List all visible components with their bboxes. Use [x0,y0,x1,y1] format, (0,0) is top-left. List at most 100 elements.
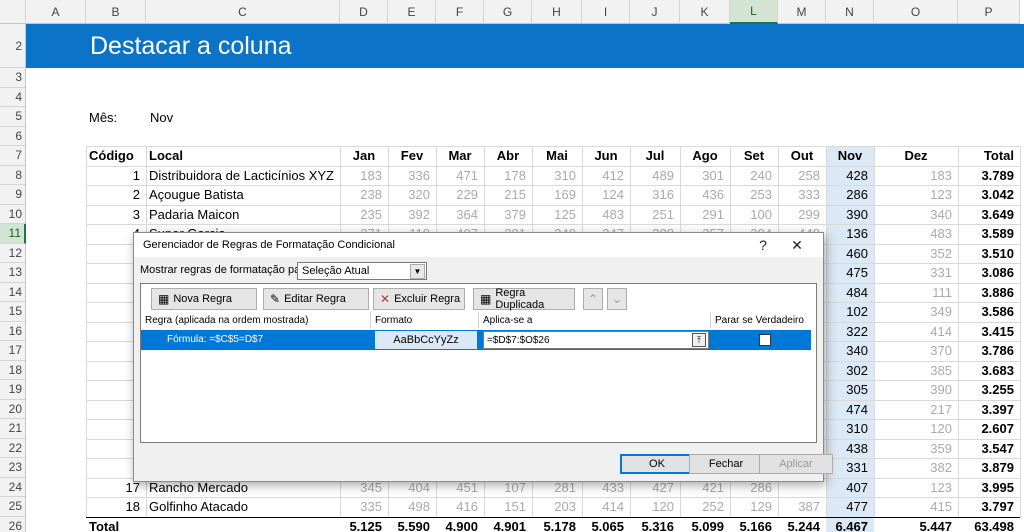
total-row-value[interactable]: 5.166 [730,517,778,532]
month-cell[interactable]: 320 [388,185,436,205]
row-header-19[interactable]: 19 [0,380,26,400]
month-cell[interactable]: 125 [532,205,582,225]
column-header-m[interactable]: M [778,0,826,24]
month-cell[interactable]: 414 [874,322,958,342]
nov-cell[interactable]: 428 [826,166,874,186]
month-cell[interactable]: 390 [874,380,958,400]
month-cell[interactable]: 238 [340,185,388,205]
row-header-20[interactable]: 20 [0,399,26,419]
total-cell[interactable]: 3.683 [958,361,1020,381]
column-header-e[interactable]: E [388,0,436,24]
month-cell[interactable]: 382 [874,458,958,478]
month-cell[interactable]: 331 [874,263,958,283]
nov-cell[interactable]: 484 [826,283,874,303]
nov-cell[interactable]: 302 [826,361,874,381]
month-cell[interactable]: 498 [388,497,436,517]
month-cell[interactable]: 336 [388,166,436,186]
month-cell[interactable]: 291 [680,205,730,225]
total-row-value[interactable]: 5.178 [532,517,582,532]
month-cell[interactable]: 203 [532,497,582,517]
month-cell[interactable]: 483 [582,205,630,225]
total-row-value[interactable]: 4.900 [436,517,484,532]
nov-cell[interactable]: 460 [826,244,874,264]
row-header-18[interactable]: 18 [0,360,26,380]
apply-button[interactable]: Aplicar [759,454,833,474]
total-row-value[interactable]: 5.065 [582,517,630,532]
help-button[interactable]: ? [749,235,777,255]
row-header-2[interactable]: 2 [0,24,26,68]
column-header-d[interactable]: D [340,0,388,24]
row-header-5[interactable]: 5 [0,107,26,127]
row-header-13[interactable]: 13 [0,263,26,283]
total-cell[interactable]: 2.607 [958,419,1020,439]
row-header-4[interactable]: 4 [0,87,26,107]
month-cell[interactable]: 301 [680,166,730,186]
total-cell[interactable]: 3.586 [958,302,1020,322]
month-cell[interactable]: 251 [630,205,680,225]
column-header-g[interactable]: G [484,0,532,24]
month-cell[interactable]: 129 [730,497,778,517]
nov-cell[interactable]: 438 [826,439,874,459]
select-all-corner[interactable] [0,0,26,24]
local-cell[interactable]: Padaria Maicon [146,205,340,225]
total-cell[interactable]: 3.786 [958,341,1020,361]
month-cell[interactable]: 151 [484,497,532,517]
month-cell[interactable]: 471 [436,166,484,186]
nov-cell[interactable]: 331 [826,458,874,478]
month-cell[interactable]: 436 [680,185,730,205]
column-header-p[interactable]: P [958,0,1020,24]
column-header-n[interactable]: N [826,0,874,24]
row-header-26[interactable]: 26 [0,516,26,532]
month-cell[interactable]: 169 [532,185,582,205]
duplicate-rule-button[interactable]: ▦ Regra Duplicada [473,287,575,311]
total-cell[interactable]: 3.415 [958,322,1020,342]
month-cell[interactable]: 385 [874,361,958,381]
nov-cell[interactable]: 310 [826,419,874,439]
total-cell[interactable]: 3.789 [958,166,1020,186]
row-header-17[interactable]: 17 [0,341,26,361]
move-up-button[interactable]: ⌃ [583,288,603,310]
month-cell[interactable]: 215 [484,185,532,205]
applies-to-input[interactable]: =$D$7:$O$26 [483,331,709,349]
ok-button[interactable]: OK [620,454,694,474]
month-cell[interactable]: 123 [874,478,958,498]
month-cell[interactable]: 217 [874,400,958,420]
column-header-a[interactable]: A [26,0,86,24]
move-down-button[interactable]: ⌄ [607,288,627,310]
month-cell[interactable]: 412 [582,166,630,186]
column-header-i[interactable]: I [582,0,630,24]
month-cell[interactable]: 120 [630,497,680,517]
column-header-c[interactable]: C [146,0,340,24]
local-cell[interactable]: Açougue Batista [146,185,340,205]
row-header-22[interactable]: 22 [0,438,26,458]
row-header-7[interactable]: 7 [0,146,26,166]
month-cell[interactable]: 316 [630,185,680,205]
month-cell[interactable]: 100 [730,205,778,225]
month-cell[interactable]: 387 [778,497,826,517]
total-cell[interactable]: 3.879 [958,458,1020,478]
month-cell[interactable]: 379 [484,205,532,225]
nov-cell[interactable]: 475 [826,263,874,283]
total-cell[interactable]: 3.255 [958,380,1020,400]
nov-cell[interactable]: 407 [826,478,874,498]
month-value[interactable]: Nov [147,108,207,126]
total-cell[interactable]: 3.589 [958,224,1020,244]
close-icon[interactable]: ✕ [783,235,811,255]
grand-total[interactable]: 63.498 [958,517,1020,532]
month-cell[interactable]: 123 [874,185,958,205]
month-cell[interactable]: 240 [730,166,778,186]
total-row-value[interactable]: 5.316 [630,517,680,532]
row-header-6[interactable]: 6 [0,126,26,146]
total-row-value[interactable]: 4.901 [484,517,532,532]
column-header-j[interactable]: J [630,0,680,24]
nov-cell[interactable]: 390 [826,205,874,225]
month-cell[interactable]: 310 [532,166,582,186]
row-header-8[interactable]: 8 [0,165,26,185]
new-rule-button[interactable]: ▦ Nova Regra [151,288,257,310]
row-header-21[interactable]: 21 [0,419,26,439]
nov-cell[interactable]: 286 [826,185,874,205]
month-cell[interactable]: 178 [484,166,532,186]
month-cell[interactable]: 335 [340,497,388,517]
month-cell[interactable]: 359 [874,439,958,459]
total-row-value[interactable]: 5.590 [388,517,436,532]
